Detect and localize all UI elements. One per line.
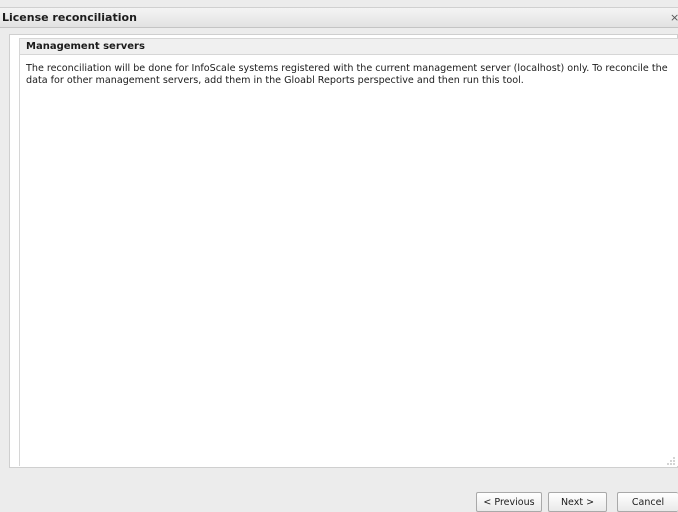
section-header: Management servers	[20, 39, 678, 55]
resize-grip-icon	[667, 457, 675, 465]
previous-button[interactable]: < Previous	[476, 492, 542, 512]
cancel-button[interactable]: Cancel	[617, 492, 678, 512]
close-icon[interactable]: ×	[670, 11, 678, 24]
dialog-footer: < Previous Next > Cancel	[0, 470, 678, 512]
dialog-titlebar: License reconciliation ×	[0, 7, 678, 28]
dialog-title: License reconciliation	[2, 11, 137, 24]
license-reconciliation-dialog: License reconciliation × Management serv…	[0, 0, 678, 512]
management-servers-panel: Management servers The reconciliation wi…	[19, 38, 678, 466]
info-message: The reconciliation will be done for Info…	[26, 63, 668, 86]
next-button[interactable]: Next >	[548, 492, 607, 512]
section-title: Management servers	[26, 41, 145, 52]
content-panel: Management servers The reconciliation wi…	[9, 34, 678, 468]
